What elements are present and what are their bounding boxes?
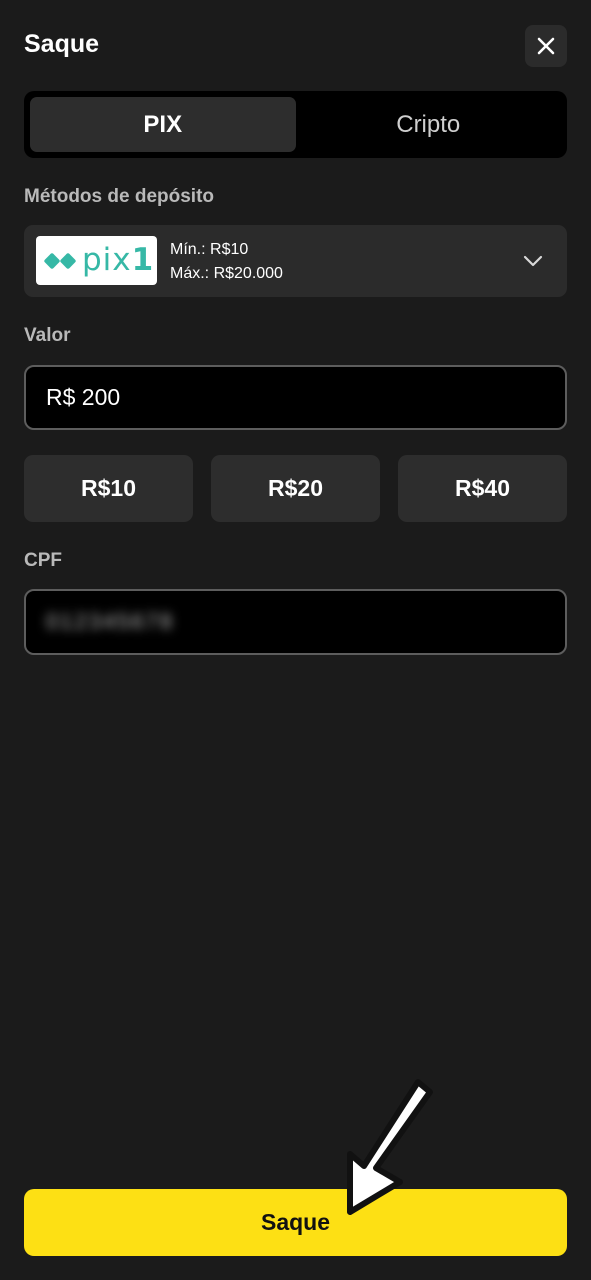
cpf-label: CPF (24, 550, 62, 571)
quick-amount-button[interactable]: R$10 (24, 455, 193, 522)
deposit-method-select[interactable]: pix1 Mín.: R$10 Máx.: R$20.000 (24, 225, 567, 297)
tab-cripto[interactable]: Cripto (296, 97, 562, 152)
close-button[interactable] (525, 25, 567, 67)
amount-label: Valor (24, 325, 71, 346)
amount-input[interactable]: R$ 200 (24, 365, 567, 430)
chevron-down-icon (523, 255, 543, 267)
pix-logo: pix1 (36, 236, 157, 285)
quick-amount-button[interactable]: R$20 (211, 455, 380, 522)
cpf-input[interactable]: 012345678 (24, 589, 567, 655)
cpf-value-blurred: 012345678 (46, 609, 175, 634)
deposit-methods-label: Métodos de depósito (24, 186, 214, 207)
payment-tabs: PIX Cripto (24, 91, 567, 158)
amount-value: R$ 200 (46, 384, 121, 410)
page-title: Saque (24, 30, 100, 58)
quick-amounts: R$10 R$20 R$40 (24, 455, 567, 522)
withdraw-submit-button[interactable]: Saque (24, 1189, 567, 1256)
max-limit: Máx.: R$20.000 (170, 265, 283, 282)
pix-logo-text: pix1 (82, 242, 155, 278)
pix-diamond-icon (44, 252, 76, 269)
tab-pix[interactable]: PIX (30, 97, 296, 152)
min-limit: Mín.: R$10 (170, 241, 249, 258)
quick-amount-button[interactable]: R$40 (398, 455, 567, 522)
pointer-arrow-icon (347, 1079, 433, 1215)
close-icon (537, 37, 555, 55)
withdraw-modal: Saque PIX Cripto Métodos de depósito pix… (0, 0, 591, 1280)
method-limits: Mín.: R$10 Máx.: R$20.000 (170, 238, 283, 286)
